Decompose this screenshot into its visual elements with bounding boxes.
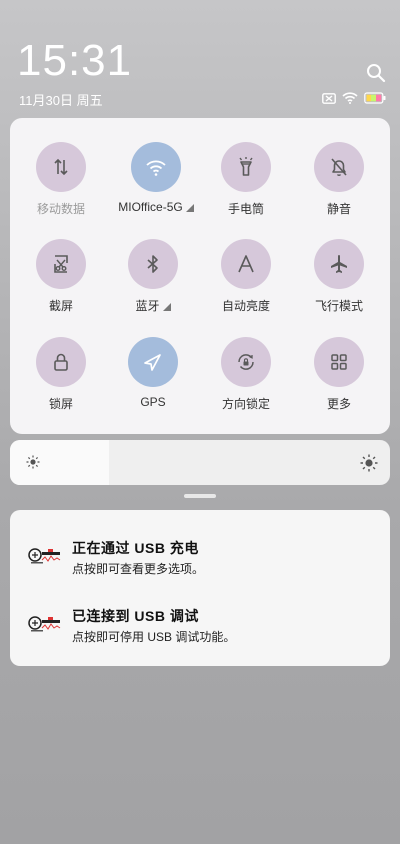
screenshot-icon xyxy=(54,255,68,273)
tile-screenshot-label: 截屏 xyxy=(48,299,73,313)
sim-blocked-icon xyxy=(322,92,336,104)
tile-screenshot[interactable]: 截屏 xyxy=(15,239,107,329)
screenshot-circle[interactable] xyxy=(36,239,86,289)
tile-airplane-label: 飞行模式 xyxy=(314,299,363,313)
tile-airplane[interactable]: 飞行模式 xyxy=(293,239,385,329)
clock: 15:31 xyxy=(17,36,133,85)
rotation-lock-icon xyxy=(238,354,254,370)
more-circle[interactable] xyxy=(314,337,364,387)
tile-mobile-data[interactable]: 移动数据 xyxy=(15,142,107,232)
app-logo-icon xyxy=(28,548,61,564)
gps-circle[interactable] xyxy=(128,337,178,387)
flashlight-circle[interactable] xyxy=(221,142,271,192)
notification-title: 正在通过 USB 充电 xyxy=(72,540,199,556)
mute-icon xyxy=(331,158,347,176)
tile-gps[interactable]: GPS xyxy=(107,337,199,427)
brightness-slider[interactable] xyxy=(10,440,390,485)
lock-circle[interactable] xyxy=(36,337,86,387)
expand-triangle-icon[interactable] xyxy=(185,204,194,212)
system-icons xyxy=(322,90,386,106)
rotation-lock-circle[interactable] xyxy=(221,337,271,387)
search-icon[interactable] xyxy=(366,63,386,83)
airplane-icon xyxy=(331,255,347,273)
bluetooth-icon xyxy=(147,255,158,273)
battery-charging-icon xyxy=(364,92,386,104)
tile-lock-label: 锁屏 xyxy=(48,397,73,411)
airplane-circle[interactable] xyxy=(314,239,364,289)
tile-wifi-label-row[interactable]: MIOffice-5G xyxy=(107,200,205,214)
tile-bluetooth-label: 蓝牙 xyxy=(135,299,160,313)
tile-mute[interactable]: 静音 xyxy=(293,142,385,232)
status-bar: 15:31 11月30日 周五 xyxy=(0,0,400,112)
tile-flashlight[interactable]: 手电筒 xyxy=(200,142,292,232)
tile-auto-brightness[interactable]: 自动亮度 xyxy=(200,239,292,329)
bluetooth-circle[interactable] xyxy=(128,239,178,289)
date-label: 11月30日 周五 xyxy=(19,93,103,108)
brightness-low-icon xyxy=(26,455,40,469)
tile-bluetooth[interactable]: 蓝牙 xyxy=(107,239,199,329)
notification-usb-debugging[interactable]: 已连接到 USB 调试 点按即可停用 USB 调试功能。 xyxy=(10,594,390,654)
mute-circle[interactable] xyxy=(314,142,364,192)
brightness-high-icon xyxy=(360,454,378,472)
tile-wifi[interactable]: MIOffice-5G xyxy=(107,142,205,232)
lock-icon xyxy=(54,353,68,371)
tile-rotation-lock-label: 方向锁定 xyxy=(221,397,270,411)
tile-auto-brightness-label: 自动亮度 xyxy=(221,299,270,313)
wifi-icon xyxy=(342,92,358,104)
tile-mobile-data-label: 移动数据 xyxy=(36,202,85,216)
notification-text: 点按即可停用 USB 调试功能。 xyxy=(72,630,236,644)
tile-more[interactable]: 更多 xyxy=(293,337,385,427)
notification-usb-charging[interactable]: 正在通过 USB 充电 点按即可查看更多选项。 xyxy=(10,526,390,586)
expand-triangle-icon[interactable] xyxy=(162,303,171,311)
mobile-data-icon xyxy=(54,158,68,176)
more-grid-icon xyxy=(331,354,347,370)
tile-rotation-lock[interactable]: 方向锁定 xyxy=(200,337,292,427)
flashlight-icon xyxy=(239,157,253,176)
tile-lock[interactable]: 锁屏 xyxy=(15,337,107,427)
quick-settings-panel: 移动数据 MIOffice-5G 手电筒 静音 截屏 蓝牙 自动亮度 飞行模式 … xyxy=(10,118,390,434)
tile-bluetooth-label-row[interactable]: 蓝牙 xyxy=(107,297,199,314)
mobile-data-circle[interactable] xyxy=(36,142,86,192)
tile-gps-label: GPS xyxy=(140,395,166,409)
auto-brightness-circle[interactable] xyxy=(221,239,271,289)
auto-brightness-icon xyxy=(238,255,254,273)
brightness-fill[interactable] xyxy=(10,440,109,485)
tile-more-label: 更多 xyxy=(326,397,351,411)
wifi-circle[interactable] xyxy=(131,142,181,192)
app-logo-icon xyxy=(28,616,61,632)
notification-card: 正在通过 USB 充电 点按即可查看更多选项。 已连接到 USB 调试 点按即可… xyxy=(10,510,390,666)
notification-text: 点按即可查看更多选项。 xyxy=(72,562,205,576)
wifi-icon xyxy=(146,160,166,176)
notification-title: 已连接到 USB 调试 xyxy=(72,608,199,624)
tile-mute-label: 静音 xyxy=(326,202,351,216)
tile-flashlight-label: 手电筒 xyxy=(227,202,264,216)
gps-icon xyxy=(144,354,161,371)
drag-handle[interactable] xyxy=(184,494,216,498)
tile-wifi-label: MIOffice-5G xyxy=(118,200,183,214)
